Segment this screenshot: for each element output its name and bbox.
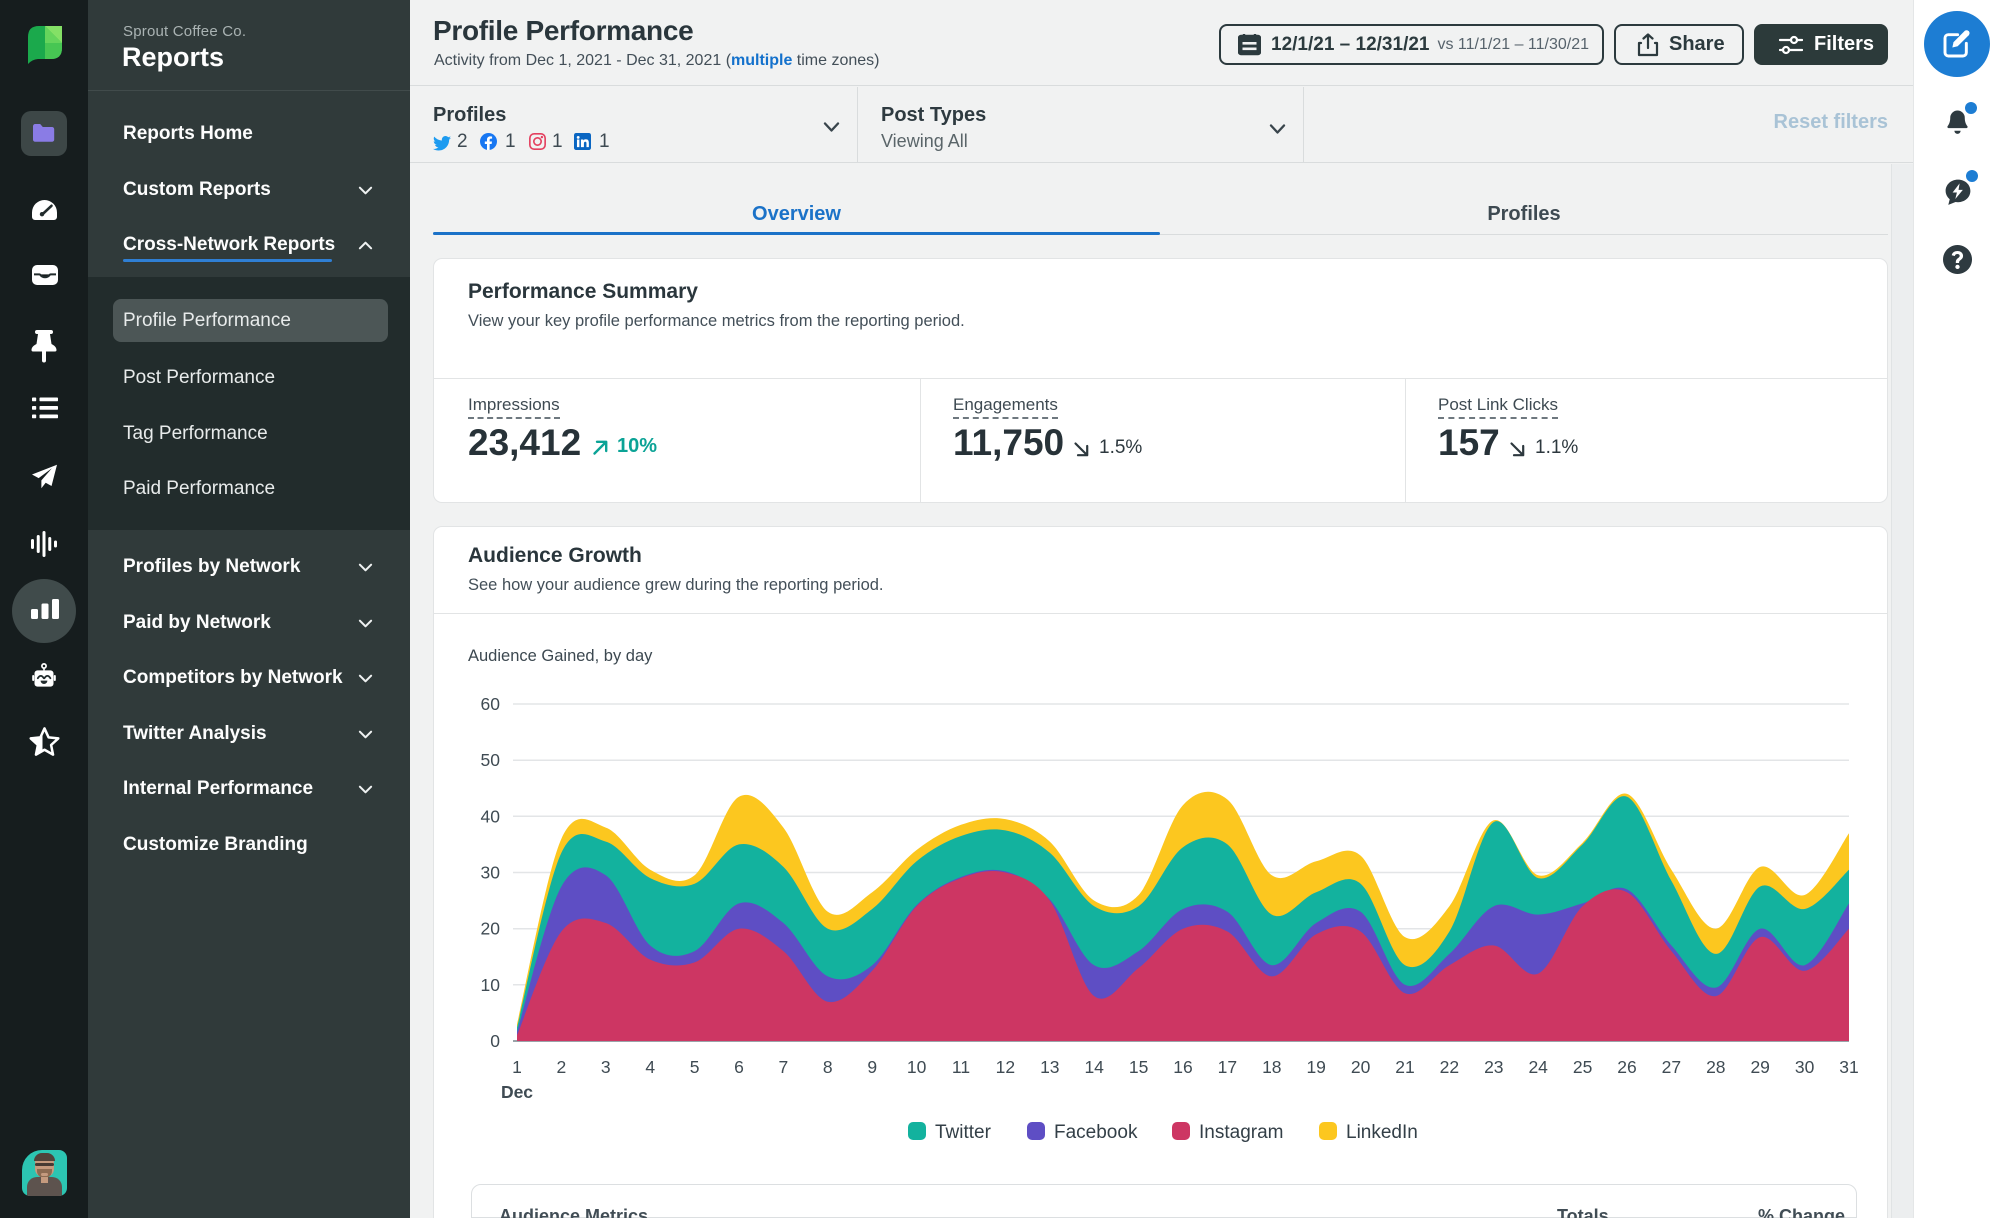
- svg-text:10: 10: [907, 1057, 927, 1077]
- svg-text:12: 12: [996, 1057, 1015, 1077]
- svg-text:40: 40: [481, 806, 501, 826]
- svg-text:25: 25: [1573, 1057, 1592, 1077]
- svg-text:21: 21: [1395, 1057, 1414, 1077]
- svg-text:26: 26: [1617, 1057, 1636, 1077]
- svg-text:50: 50: [481, 750, 501, 770]
- svg-text:27: 27: [1662, 1057, 1681, 1077]
- svg-text:18: 18: [1262, 1057, 1281, 1077]
- svg-text:17: 17: [1218, 1057, 1237, 1077]
- svg-text:28: 28: [1706, 1057, 1725, 1077]
- svg-text:22: 22: [1440, 1057, 1459, 1077]
- svg-text:20: 20: [1351, 1057, 1371, 1077]
- svg-text:3: 3: [601, 1057, 611, 1077]
- svg-text:24: 24: [1528, 1057, 1548, 1077]
- svg-text:4: 4: [645, 1057, 655, 1077]
- svg-text:11: 11: [952, 1057, 970, 1077]
- svg-text:10: 10: [481, 975, 501, 995]
- svg-text:16: 16: [1173, 1057, 1192, 1077]
- svg-text:0: 0: [490, 1031, 500, 1051]
- svg-text:13: 13: [1040, 1057, 1059, 1077]
- svg-text:14: 14: [1084, 1057, 1104, 1077]
- svg-text:29: 29: [1750, 1057, 1769, 1077]
- svg-text:6: 6: [734, 1057, 744, 1077]
- svg-text:23: 23: [1484, 1057, 1503, 1077]
- svg-text:15: 15: [1129, 1057, 1148, 1077]
- svg-text:7: 7: [779, 1057, 789, 1077]
- svg-text:30: 30: [481, 863, 501, 883]
- svg-text:9: 9: [867, 1057, 877, 1077]
- svg-text:60: 60: [481, 694, 501, 714]
- svg-text:20: 20: [481, 919, 501, 939]
- svg-text:5: 5: [690, 1057, 700, 1077]
- svg-text:Dec: Dec: [501, 1082, 533, 1102]
- svg-text:31: 31: [1839, 1057, 1858, 1077]
- svg-text:1: 1: [512, 1057, 522, 1077]
- svg-text:8: 8: [823, 1057, 833, 1077]
- svg-text:2: 2: [557, 1057, 567, 1077]
- svg-text:19: 19: [1306, 1057, 1325, 1077]
- svg-text:30: 30: [1795, 1057, 1815, 1077]
